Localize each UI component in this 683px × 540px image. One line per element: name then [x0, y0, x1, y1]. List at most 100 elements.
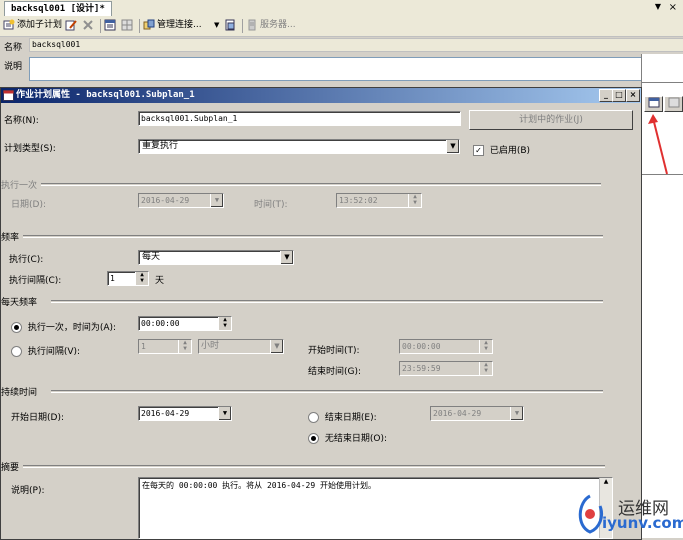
calendar-icon — [104, 19, 116, 30]
properties-button[interactable] — [224, 18, 238, 33]
spinner-icon: ▲ ▼ — [218, 317, 231, 330]
grid-panel-button[interactable] — [664, 96, 683, 112]
end-date-field[interactable]: 2016-04-29 ▼ — [430, 406, 524, 421]
recurs-unit: 天 — [155, 276, 165, 286]
watermark: 运维网 iyunv.com — [570, 492, 683, 536]
close-tab-icon[interactable]: × — [669, 2, 677, 14]
delete-icon — [83, 19, 93, 30]
occurs-every-unit-value: 小时 — [201, 341, 220, 351]
occurs-every-value: 1 — [141, 342, 146, 351]
toolbar: 添加子计划 管理连接... ▼ 服务器... — [0, 16, 683, 37]
no-end-date-radio[interactable]: 无结束日期(O): — [308, 431, 387, 444]
dialog-calendar-icon — [3, 90, 14, 101]
spinner-icon: ▲ ▼ — [408, 194, 421, 207]
minimize-button[interactable]: _ — [599, 89, 613, 102]
summary-desc-value: 在每天的 00:00:00 执行。将从 2016-04-29 开始使用计划。 — [142, 481, 376, 490]
occurs-every-label: 执行间隔(V): — [27, 347, 81, 357]
grid-icon — [668, 97, 679, 108]
manage-connections-button[interactable]: 管理连接... — [143, 18, 202, 33]
dialog-titlebar[interactable]: 作业计划属性 - backsql001.Subplan_1 _ □ × — [1, 88, 641, 103]
enabled-label: 已启用(B) — [489, 146, 531, 156]
name-label: 名称(N): — [4, 116, 39, 126]
summary-desc-textarea[interactable]: 在每天的 00:00:00 执行。将从 2016-04-29 开始使用计划。 ▲ — [138, 477, 613, 539]
servers-button[interactable]: 服务器... — [246, 18, 296, 33]
radio-unselected-icon — [11, 346, 22, 357]
occurs-once-time-field[interactable]: 00:00:00 ▲ ▼ — [138, 316, 232, 331]
plan-header: 名称 backsql001 说明 — [0, 37, 683, 87]
spinner-icon: ▲ ▼ — [178, 340, 191, 353]
jobs-in-schedule-button[interactable]: 计划中的作业(J) — [469, 110, 633, 130]
recurs-value: 1 — [110, 274, 115, 283]
one-time-date-field[interactable]: 2016-04-29 ▼ — [138, 193, 224, 208]
edit-subplan-button[interactable] — [65, 18, 79, 33]
start-time-label: 开始时间(T): — [308, 346, 360, 356]
connections-icon — [143, 19, 155, 29]
duration-section-title: 持续时间 — [1, 388, 38, 398]
occurs-every-radio[interactable]: 执行间隔(V): — [11, 344, 80, 357]
occurs-value: 每天 — [142, 252, 161, 262]
properties-icon — [225, 19, 235, 30]
grid-icon — [121, 19, 133, 30]
enabled-checkbox[interactable]: ✓ 已启用(B) — [473, 143, 530, 156]
start-date-label: 开始日期(D): — [11, 413, 64, 423]
start-time-field[interactable]: 00:00:00 ▲ ▼ — [399, 339, 493, 354]
chevron-down-icon: ▼ — [280, 251, 293, 264]
watermark-url: iyunv.com — [602, 514, 683, 532]
occurs-once-label: 执行一次，时间为(A): — [27, 323, 117, 333]
subplan-schedule-button[interactable] — [104, 18, 118, 33]
schedule-panel-button[interactable] — [644, 96, 663, 112]
check-icon: ✓ — [473, 145, 484, 156]
occurs-once-radio[interactable]: 执行一次，时间为(A): — [11, 320, 116, 333]
one-time-time-field[interactable]: 13:52:02 ▲ ▼ — [336, 193, 422, 208]
occurs-every-spinner[interactable]: 1 ▲ ▼ — [138, 339, 192, 354]
manage-connections-label: 管理连接... — [157, 20, 202, 30]
plan-desc-field[interactable] — [29, 57, 681, 81]
schedule-type-value: 重复执行 — [142, 141, 179, 151]
plan-name-field[interactable]: backsql001 — [29, 38, 683, 52]
delete-subplan-button[interactable] — [82, 18, 96, 33]
maximize-button[interactable]: □ — [612, 89, 626, 102]
tab-dropdown-icon[interactable]: ▼ — [655, 2, 661, 11]
spinner-icon: ▲ ▼ — [479, 340, 492, 353]
document-tab-strip: backsql001 [设计]* ▼ × — [0, 0, 683, 17]
remove-schedule-button[interactable] — [121, 18, 135, 33]
end-date-radio[interactable]: 结束日期(E): — [308, 410, 377, 423]
scroll-up-icon[interactable]: ▲ — [600, 478, 612, 485]
close-button[interactable]: × — [626, 89, 640, 102]
occurs-every-unit-select[interactable]: 小时 ▼ — [198, 339, 284, 354]
end-time-value: 23:59:59 — [402, 364, 441, 373]
schedule-type-select[interactable]: 重复执行 ▼ — [138, 139, 460, 154]
summary-desc-label: 说明(P): — [11, 486, 45, 496]
document-tab[interactable]: backsql001 [设计]* — [4, 1, 112, 16]
one-time-date-value: 2016-04-29 — [141, 196, 190, 205]
edit-icon — [65, 19, 77, 30]
start-time-value: 00:00:00 — [402, 342, 441, 351]
add-subplan-icon — [3, 19, 15, 29]
occurs-select[interactable]: 每天 ▼ — [138, 250, 294, 265]
end-time-label: 结束时间(G): — [308, 367, 362, 377]
no-end-date-label: 无结束日期(O): — [324, 434, 388, 444]
summary-section-title: 摘要 — [1, 463, 20, 473]
calendar-icon — [648, 97, 659, 108]
one-time-time-value: 13:52:02 — [339, 196, 378, 205]
schedule-properties-dialog: 作业计划属性 - backsql001.Subplan_1 _ □ × 名称(N… — [0, 87, 642, 540]
schedule-name-field[interactable]: backsql001.Subplan_1 — [138, 111, 461, 126]
add-subplan-button[interactable]: 添加子计划 — [3, 18, 62, 33]
daily-frequency-section-title: 每天频率 — [1, 298, 38, 308]
chevron-down-icon: ▼ — [210, 194, 223, 207]
plan-name-label: 名称 — [4, 43, 23, 53]
radio-selected-icon — [11, 322, 22, 333]
schedule-type-label: 计划类型(S): — [4, 144, 56, 154]
chevron-down-icon: ▼ — [218, 407, 231, 420]
start-date-field[interactable]: 2016-04-29 ▼ — [138, 406, 232, 421]
one-time-time-label: 时间(T): — [254, 200, 288, 210]
recurs-spinner[interactable]: 1 ▲ ▼ — [107, 271, 149, 286]
plan-desc-label: 说明 — [4, 62, 23, 72]
frequency-section-title: 频率 — [1, 233, 20, 243]
chevron-down-icon: ▼ — [510, 407, 523, 420]
end-time-field[interactable]: 23:59:59 ▲ ▼ — [399, 361, 493, 376]
manage-connections-dropdown-icon[interactable]: ▼ — [214, 18, 219, 33]
red-arrow-annotation — [648, 114, 668, 175]
radio-unselected-icon — [308, 412, 319, 423]
end-date-value: 2016-04-29 — [433, 409, 482, 418]
